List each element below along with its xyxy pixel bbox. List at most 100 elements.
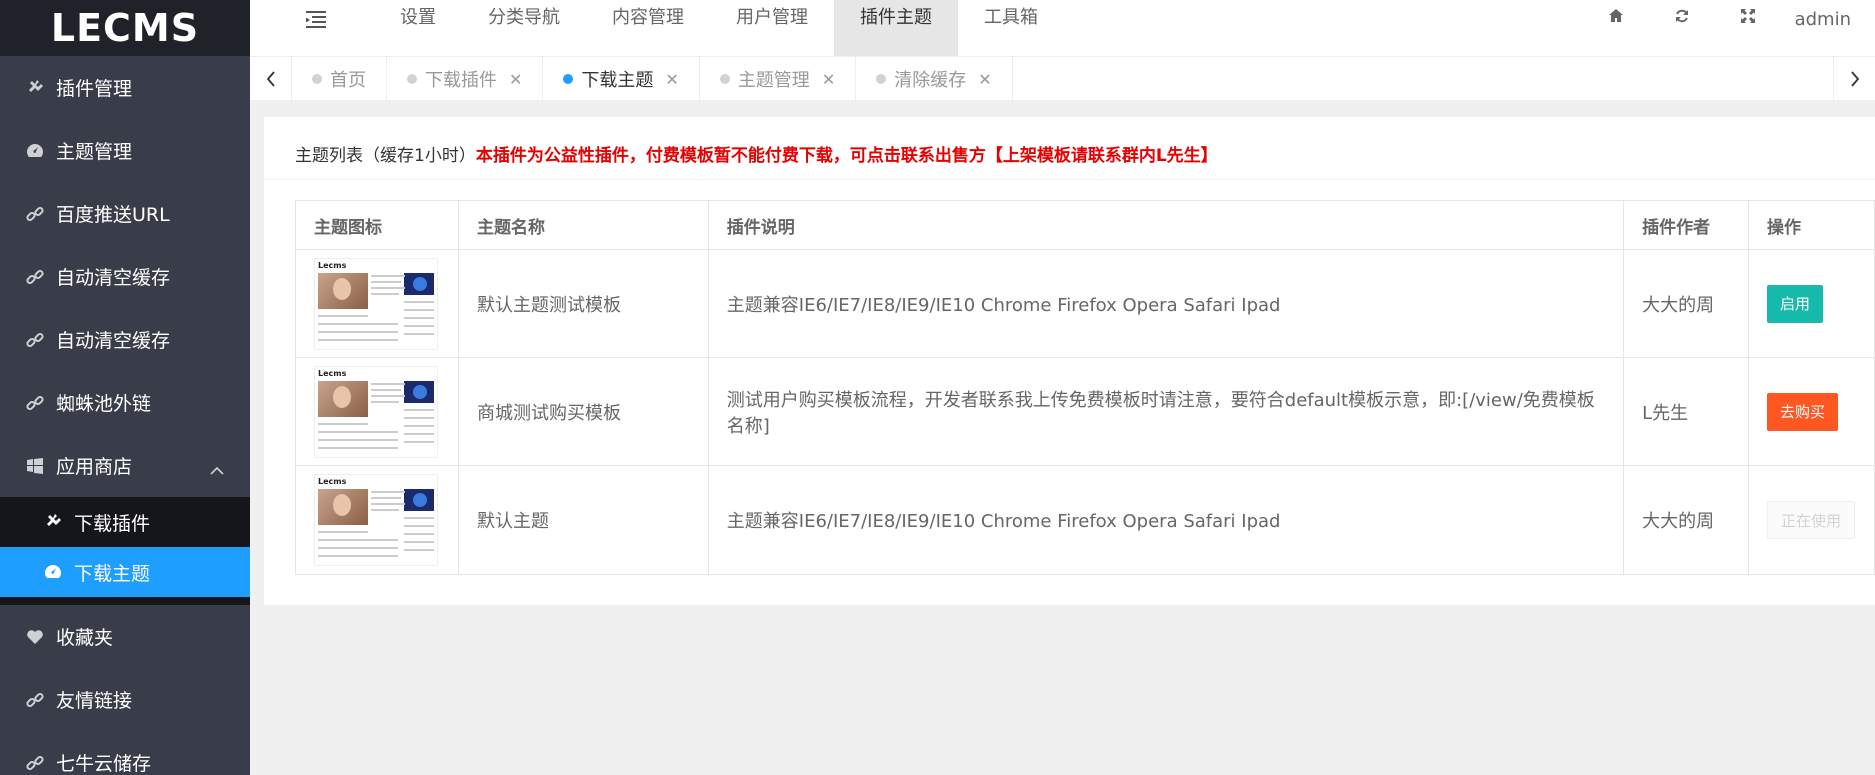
col-header-desc: 插件说明 — [707, 200, 1625, 250]
link-icon — [24, 331, 46, 349]
top-header: 设置 分类导航 内容管理 用户管理 插件主题 工具箱 admin — [250, 0, 1875, 56]
tab-home[interactable]: 首页 — [292, 57, 387, 101]
top-nav-category[interactable]: 分类导航 — [462, 0, 586, 56]
plug-icon — [24, 79, 46, 97]
action-cell: 启用 — [1748, 249, 1875, 358]
action-cell: 正在使用 — [1748, 465, 1875, 575]
top-nav-users[interactable]: 用户管理 — [710, 0, 834, 56]
theme-thumb-cell: Lecms — [295, 357, 459, 466]
table-header-row: 主题图标 主题名称 插件说明 插件作者 操作 — [295, 200, 1875, 250]
user-menu[interactable]: admin — [1781, 8, 1875, 30]
theme-author: 大大的周 — [1623, 465, 1749, 575]
top-nav-toolbox[interactable]: 工具箱 — [958, 0, 1064, 56]
sidebar-item-label: 收藏夹 — [56, 627, 114, 649]
top-nav-content[interactable]: 内容管理 — [586, 0, 710, 56]
link-icon — [24, 754, 46, 772]
fullscreen-icon[interactable] — [1715, 8, 1781, 24]
table-row: Lecms 默认主题测试模板 主题兼容IE6/IE7/IE8/IE9/IE10 … — [295, 249, 1875, 358]
logo[interactable]: LECMS — [0, 0, 250, 56]
chevron-up-icon — [210, 458, 224, 480]
theme-desc: 主题兼容IE6/IE7/IE8/IE9/IE10 Chrome Firefox … — [707, 465, 1625, 575]
menu-toggle-icon[interactable] — [306, 10, 326, 28]
thumb-logo: Lecms — [318, 368, 347, 378]
tab-dot — [563, 74, 574, 84]
thumb-logo: Lecms — [318, 260, 347, 270]
link-icon — [24, 691, 46, 709]
theme-thumb-cell: Lecms — [295, 465, 459, 575]
col-header-author: 插件作者 — [1623, 200, 1749, 250]
tab-label: 下载插件 — [425, 70, 497, 91]
sidebar-item-label: 自动清空缓存 — [56, 330, 171, 352]
sidebar-item-spider-pool[interactable]: 蜘蛛池外链 — [0, 371, 250, 434]
link-icon — [24, 205, 46, 223]
card-header: 主题列表（缓存1小时）本插件为公益性插件，付费模板暂不能付费下载，可点击联系出售… — [264, 117, 1875, 180]
sidebar-item-label: 主题管理 — [56, 141, 133, 163]
close-icon[interactable]: ✕ — [822, 70, 835, 89]
theme-author: L先生 — [1623, 357, 1749, 466]
dashboard-icon — [42, 564, 64, 580]
page-tabs: 首页 下载插件 ✕ 下载主题 ✕ 主题管理 ✕ 清除缓存 ✕ — [292, 57, 1013, 101]
sidebar-item-label: 下载主题 — [74, 562, 151, 585]
theme-thumb-cell: Lecms — [295, 249, 459, 358]
sidebar-item-baidu-push[interactable]: 百度推送URL — [0, 182, 250, 245]
tab-dot — [407, 74, 417, 84]
theme-list-card: 主题列表（缓存1小时）本插件为公益性插件，付费模板暂不能付费下载，可点击联系出售… — [264, 117, 1875, 605]
theme-name: 默认主题测试模板 — [457, 249, 709, 358]
theme-name: 默认主题 — [457, 465, 709, 575]
chevron-right-icon[interactable] — [1833, 57, 1875, 101]
theme-author: 大大的周 — [1623, 249, 1749, 358]
sidebar-item-friend-links[interactable]: 友情链接 — [0, 668, 250, 731]
theme-desc: 测试用户购买模板流程，开发者联系我上传免费模板时请注意，要符合default模板… — [707, 357, 1625, 466]
theme-thumbnail: Lecms — [314, 257, 438, 350]
tab-dot — [876, 74, 887, 84]
sidebar-item-favorites[interactable]: 收藏夹 — [0, 605, 250, 668]
theme-table: 主题图标 主题名称 插件说明 插件作者 操作 Lecms 默认主题测试模板 主题… — [295, 200, 1875, 575]
card-title: 主题列表（缓存1小时） — [295, 146, 476, 166]
close-icon[interactable]: ✕ — [978, 70, 991, 89]
close-icon[interactable]: ✕ — [509, 70, 522, 89]
sidebar-item-qiniu-storage[interactable]: 七牛云储存 — [0, 731, 250, 775]
sidebar-item-auto-clear-cache[interactable]: 自动清空缓存 — [0, 245, 250, 308]
link-icon — [24, 394, 46, 412]
enable-button[interactable]: 启用 — [1767, 284, 1824, 323]
dashboard-icon — [24, 143, 46, 159]
thumb-logo: Lecms — [318, 477, 347, 486]
sidebar-item-label: 七牛云储存 — [56, 753, 152, 775]
sidebar-item-app-store[interactable]: 应用商店 — [0, 434, 250, 497]
sidebar: LECMS 插件管理 主题管理 百度推送URL 自动清空缓存 自动清空缓存 蜘蛛… — [0, 0, 250, 775]
sidebar-item-label: 应用商店 — [56, 456, 133, 478]
tab-label: 清除缓存 — [894, 70, 967, 91]
tab-label: 首页 — [330, 70, 366, 91]
sidebar-item-plugin-manage[interactable]: 插件管理 — [0, 56, 250, 119]
sidebar-item-label: 自动清空缓存 — [56, 267, 171, 289]
chevron-left-icon[interactable] — [250, 57, 292, 101]
top-nav-plugins-themes[interactable]: 插件主题 — [834, 0, 958, 56]
sidebar-item-auto-clear-cache-2[interactable]: 自动清空缓存 — [0, 308, 250, 371]
tab-clear-cache[interactable]: 清除缓存 ✕ — [856, 57, 1013, 101]
top-nav-settings[interactable]: 设置 — [374, 0, 462, 56]
tab-download-plugin[interactable]: 下载插件 ✕ — [387, 57, 544, 101]
notice-text[interactable]: 本插件为公益性插件，付费模板暂不能付费下载，可点击联系出售方【上架模板请联系群内… — [476, 146, 1218, 166]
col-header-name: 主题名称 — [457, 200, 709, 250]
refresh-icon[interactable] — [1649, 8, 1715, 24]
tab-dot — [312, 74, 322, 84]
sidebar-item-label: 下载插件 — [74, 512, 151, 535]
tab-download-theme[interactable]: 下载主题 ✕ — [543, 57, 700, 101]
sidebar-item-download-theme[interactable]: 下载主题 — [0, 547, 250, 597]
col-header-icon: 主题图标 — [295, 200, 459, 250]
col-header-action: 操作 — [1748, 200, 1875, 250]
in-use-button: 正在使用 — [1767, 501, 1856, 539]
sidebar-item-theme-manage[interactable]: 主题管理 — [0, 119, 250, 182]
sidebar-item-label: 插件管理 — [56, 78, 133, 100]
sidebar-item-download-plugin[interactable]: 下载插件 — [0, 497, 250, 547]
table-row: Lecms 商城测试购买模板 测试用户购买模板流程，开发者联系我上传免费模板时请… — [295, 357, 1875, 466]
tab-label: 下载主题 — [581, 70, 654, 91]
table-row: Lecms 默认主题 主题兼容IE6/IE7/IE8/IE9/IE10 Chro… — [295, 465, 1875, 575]
buy-button[interactable]: 去购买 — [1767, 392, 1839, 431]
home-icon[interactable] — [1583, 8, 1649, 23]
heart-icon — [24, 629, 46, 645]
top-right-tools: admin — [1583, 0, 1875, 56]
tab-dot — [719, 74, 730, 84]
close-icon[interactable]: ✕ — [665, 70, 678, 89]
tab-theme-manage[interactable]: 主题管理 ✕ — [700, 57, 857, 101]
